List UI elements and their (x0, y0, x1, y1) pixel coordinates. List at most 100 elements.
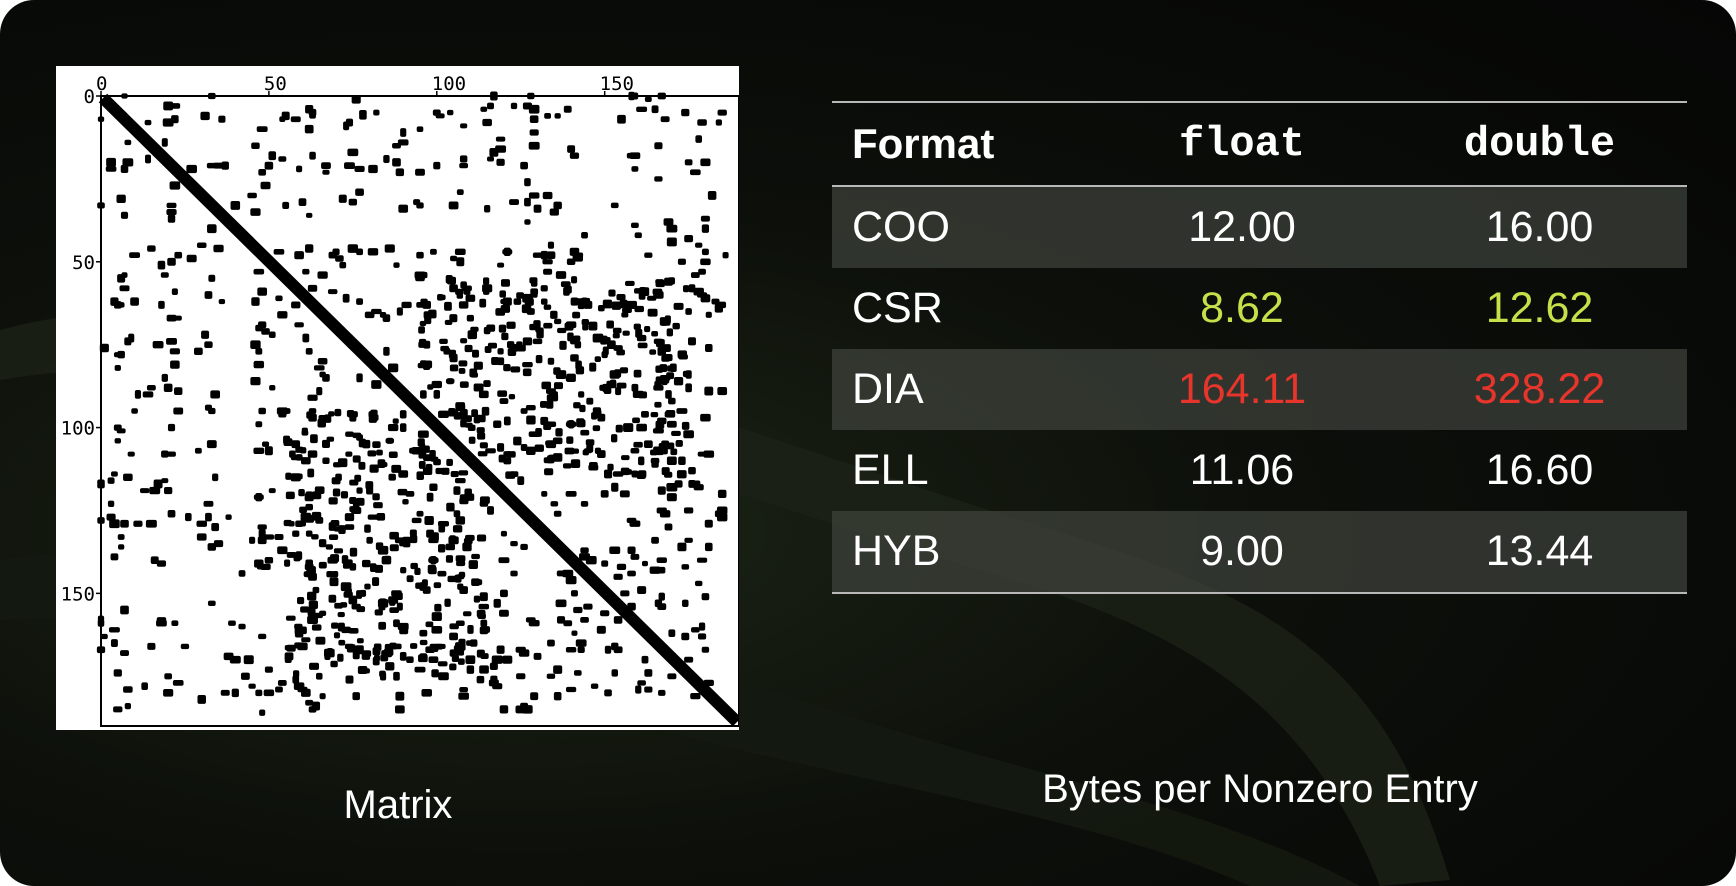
nonzero-entry (509, 199, 519, 206)
nonzero-entry (703, 679, 714, 687)
nonzero-entry (557, 327, 567, 334)
nonzero-entry (392, 158, 401, 167)
nonzero-entry (500, 304, 511, 313)
nonzero-entry (476, 675, 485, 684)
nonzero-entry (651, 460, 659, 468)
nonzero-entry (460, 419, 467, 428)
nonzero-entry (427, 384, 434, 390)
nonzero-entry (445, 543, 456, 551)
nonzero-entry (566, 436, 574, 444)
nonzero-entry (470, 639, 478, 647)
nonzero-entry (116, 195, 126, 203)
nonzero-entry (616, 349, 625, 356)
nonzero-entry (196, 520, 207, 527)
nonzero-entry (623, 469, 633, 475)
nonzero-entry (454, 478, 466, 484)
nonzero-entry (328, 534, 339, 541)
row-float: 8.62 (1200, 284, 1284, 332)
nonzero-entry (147, 642, 156, 650)
nonzero-entry (491, 655, 503, 664)
nonzero-entry (180, 643, 190, 650)
nonzero-entry (508, 393, 516, 400)
nonzero-entry (575, 360, 582, 370)
nonzero-entry (520, 443, 528, 451)
nonzero-entry (575, 639, 587, 647)
nonzero-entry (212, 473, 219, 482)
nonzero-entry (631, 222, 639, 228)
nonzero-entry (506, 321, 516, 329)
nonzero-entry (510, 366, 521, 373)
nonzero-entry (563, 620, 573, 627)
nonzero-entry (321, 162, 331, 170)
nonzero-entry (334, 602, 343, 609)
nonzero-entry (563, 287, 570, 296)
nonzero-entry (627, 302, 636, 309)
nonzero-entry (210, 390, 221, 399)
nonzero-entry (96, 646, 106, 654)
nonzero-entry (258, 321, 267, 329)
row-double: 16.60 (1485, 446, 1594, 494)
nonzero-entry (378, 621, 387, 630)
nonzero-entry (387, 423, 399, 432)
nonzero-entry (172, 680, 184, 686)
nonzero-entry (533, 320, 541, 329)
nonzero-entry (477, 432, 486, 440)
nonzero-entry (354, 474, 362, 482)
nonzero-entry (666, 483, 678, 492)
nonzero-entry (317, 271, 328, 279)
nonzero-entry (546, 673, 556, 679)
nonzero-entry (549, 208, 559, 216)
nonzero-entry (691, 627, 700, 633)
nonzero-entry (524, 298, 534, 306)
nonzero-entry (638, 456, 645, 466)
nonzero-entry (571, 630, 578, 636)
nonzero-entry (487, 102, 495, 110)
nonzero-entry (264, 690, 274, 696)
nonzero-entry (567, 332, 574, 342)
nonzero-entry (346, 644, 356, 653)
nonzero-entry (330, 660, 338, 668)
nonzero-entry (392, 418, 399, 424)
row-double: 12.62 (1485, 284, 1594, 332)
nonzero-entry (683, 430, 694, 439)
nonzero-entry (464, 344, 473, 353)
nonzero-entry (545, 440, 552, 446)
nonzero-entry (579, 404, 586, 413)
nonzero-entry (502, 655, 513, 664)
nonzero-entry (334, 408, 342, 417)
nonzero-entry (366, 536, 373, 544)
nonzero-entry (424, 516, 434, 526)
nonzero-entry (458, 692, 469, 700)
nonzero-entry (343, 121, 350, 131)
nonzero-entry (457, 583, 464, 590)
nonzero-entry (528, 104, 540, 114)
nonzero-entry (123, 686, 133, 693)
nonzero-entry (449, 623, 459, 630)
nonzero-entry (395, 168, 405, 177)
nonzero-entry (716, 506, 728, 515)
nonzero-entry (157, 260, 166, 270)
nonzero-entry (589, 362, 597, 372)
nonzero-entry (346, 409, 355, 418)
nonzero-entry (205, 512, 212, 522)
nonzero-entry (218, 299, 226, 305)
nonzero-entry (543, 304, 552, 310)
nonzero-entry (413, 199, 421, 206)
nonzero-entry (566, 420, 575, 427)
nonzero-entry (342, 293, 350, 303)
nonzero-entry (97, 619, 105, 627)
nonzero-entry (185, 513, 192, 522)
nonzero-entry (526, 415, 536, 425)
nonzero-entry (398, 204, 409, 213)
nonzero-entry (634, 305, 644, 313)
nonzero-entry (419, 629, 428, 637)
nonzero-entry (110, 553, 119, 561)
nonzero-entry (365, 481, 374, 490)
nonzero-entry (186, 254, 197, 263)
nonzero-entry (453, 510, 461, 518)
nonzero-entry (596, 625, 606, 634)
nonzero-entry (167, 451, 176, 457)
nonzero-entry (355, 188, 364, 196)
nonzero-entry (621, 455, 630, 461)
nonzero-entry (371, 308, 382, 315)
